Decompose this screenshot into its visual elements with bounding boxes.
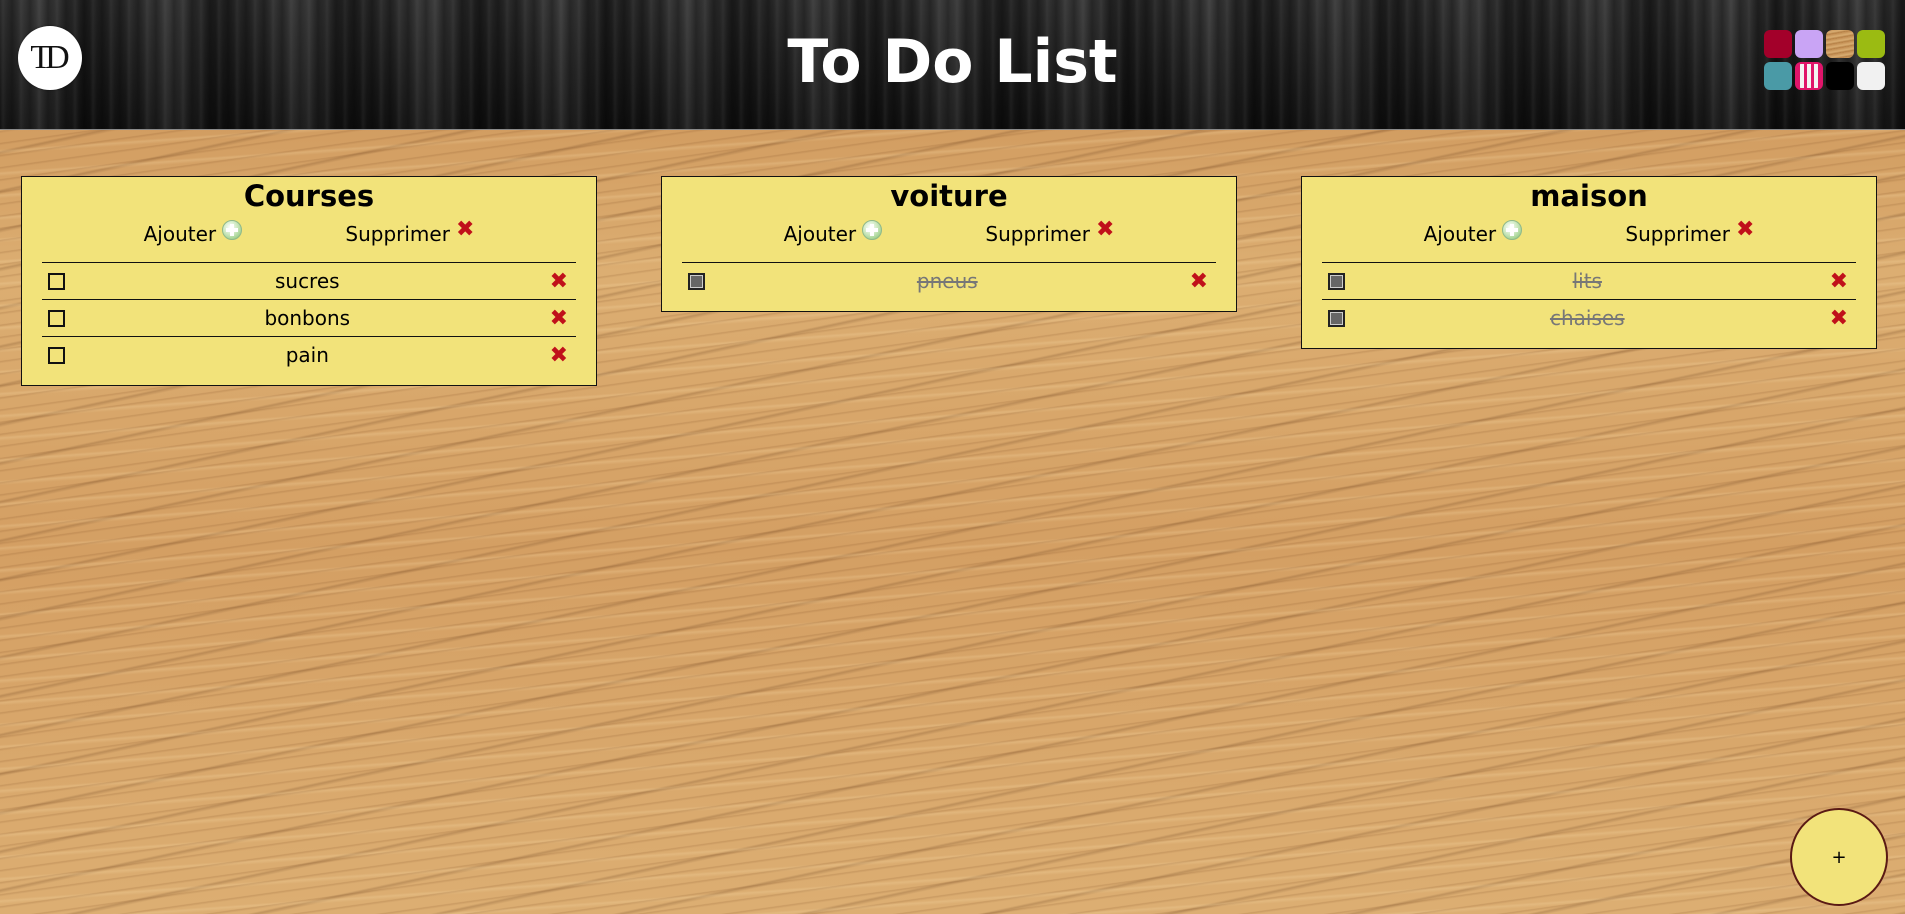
list-item: chaises ✖ [1322,299,1856,336]
todo-board: maison Ajouter Supprimer ✖ lits ✖ chaise… [1301,176,1877,349]
add-item-button[interactable]: Ajouter [783,220,883,246]
page-title: To Do List [787,27,1118,97]
theme-swatch-black[interactable] [1826,62,1854,90]
todo-board: voiture Ajouter Supprimer ✖ pneus ✖ [661,176,1237,312]
item-checkbox[interactable] [48,309,65,327]
item-checkbox[interactable] [1328,272,1345,290]
item-text: bonbons [264,306,351,330]
add-item-label: Ajouter [783,222,857,246]
board-title: voiture [890,179,1008,213]
list-item: sucres ✖ [42,262,576,299]
app-header: TD To Do List [0,0,1905,130]
delete-item-icon[interactable]: ✖ [550,343,568,368]
theme-swatch-lime[interactable] [1857,30,1885,58]
list-item: pneus ✖ [682,262,1216,299]
delete-board-label: Supprimer [345,222,450,246]
add-item-button[interactable]: Ajouter [143,220,243,246]
todo-board: Courses Ajouter Supprimer ✖ sucres ✖ bon… [21,176,597,386]
item-text: chaises [1549,306,1625,330]
add-icon [1502,220,1523,240]
close-icon: ✖ [1735,217,1755,242]
close-icon: ✖ [1095,217,1115,242]
item-list: sucres ✖ bonbons ✖ pain ✖ [42,262,576,373]
list-item: bonbons ✖ [42,299,576,336]
item-checkbox[interactable] [1328,309,1345,327]
list-item: pain ✖ [42,336,576,373]
list-item: lits ✖ [1322,262,1856,299]
delete-board-label: Supprimer [1625,222,1730,246]
delete-board-button[interactable]: Supprimer ✖ [345,217,475,247]
add-item-button[interactable]: Ajouter [1423,220,1523,246]
item-text: pneus [916,269,978,293]
theme-swatch-pattern[interactable] [1795,62,1823,90]
add-icon [862,220,883,240]
add-item-label: Ajouter [1423,222,1497,246]
board-title: Courses [243,179,375,213]
add-item-label: Ajouter [143,222,217,246]
delete-item-icon[interactable]: ✖ [1830,306,1848,331]
theme-swatch-lavender[interactable] [1795,30,1823,58]
delete-board-label: Supprimer [985,222,1090,246]
add-board-button[interactable]: + [1790,808,1888,906]
item-text: lits [1572,269,1602,293]
item-text: sucres [274,269,340,293]
theme-swatch-crimson[interactable] [1764,30,1792,58]
delete-item-icon[interactable]: ✖ [550,269,568,294]
delete-board-button[interactable]: Supprimer ✖ [985,217,1115,247]
item-checkbox[interactable] [48,346,65,364]
add-icon [222,220,243,240]
board-actions: Ajouter Supprimer ✖ [662,217,1236,247]
delete-board-button[interactable]: Supprimer ✖ [1625,217,1755,247]
delete-item-icon[interactable]: ✖ [1190,269,1208,294]
item-checkbox[interactable] [48,272,65,290]
theme-swatches [1764,30,1885,90]
theme-swatch-wood[interactable] [1826,30,1854,58]
theme-swatch-white[interactable] [1857,62,1885,90]
item-text: pain [285,343,329,367]
theme-swatch-teal[interactable] [1764,62,1792,90]
delete-item-icon[interactable]: ✖ [550,306,568,331]
item-list: lits ✖ chaises ✖ [1322,262,1856,336]
board-title: maison [1530,179,1648,213]
delete-item-icon[interactable]: ✖ [1830,269,1848,294]
item-checkbox[interactable] [688,272,705,290]
close-icon: ✖ [455,217,475,242]
item-list: pneus ✖ [682,262,1216,299]
board-actions: Ajouter Supprimer ✖ [22,217,596,247]
board-actions: Ajouter Supprimer ✖ [1302,217,1876,247]
